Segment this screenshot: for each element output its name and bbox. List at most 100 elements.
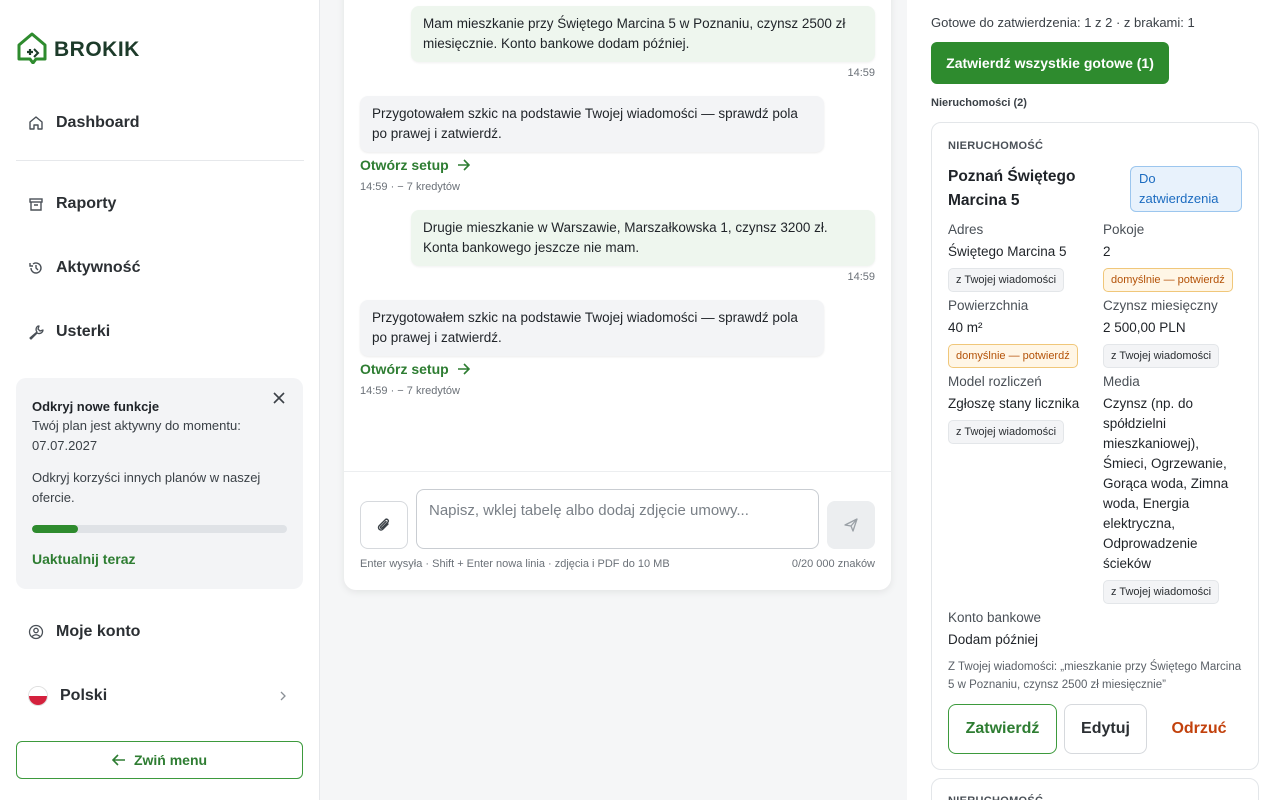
character-counter: 0/20 000 znaków: [791, 558, 875, 570]
field-value: 2 500,00 PLN: [1103, 320, 1186, 335]
bot-message: Przygotowałem szkic na podstawie Twojej …: [360, 96, 824, 152]
field-bank-account: Konto bankowe Dodam później: [948, 608, 1148, 650]
open-setup-link[interactable]: Otwórz setup: [360, 361, 470, 377]
message-meta: 14:59 · − 7 kredytów: [360, 181, 460, 193]
sidebar-item-label: Aktywność: [56, 259, 141, 276]
wrench-icon: [28, 324, 44, 340]
field-label: Model rozliczeń: [948, 374, 1042, 389]
chevron-right-icon: [278, 689, 288, 707]
status-badge: Do zatwierdzenia: [1130, 166, 1242, 212]
upgrade-link[interactable]: Uaktualnij teraz: [32, 551, 135, 567]
sidebar-item-reports[interactable]: Raporty: [16, 184, 304, 224]
property-title: Poznań Świętego Marcina 5: [948, 168, 1076, 209]
field-rent: Czynsz miesięczny 2 500,00 PLN z Twojej …: [1103, 296, 1253, 368]
field-label: Pokoje: [1103, 222, 1145, 237]
sidebar-item-activity[interactable]: Aktywność: [16, 248, 304, 288]
attach-button[interactable]: [360, 501, 408, 549]
arrow-right-icon: [457, 159, 470, 171]
open-setup-link[interactable]: Otwórz setup: [360, 157, 470, 173]
field-address: Adres Świętego Marcina 5 z Twojej wiadom…: [948, 220, 1098, 292]
edit-button[interactable]: Edytuj: [1064, 704, 1147, 754]
plan-progress-bar: [32, 525, 287, 533]
section-label: Nieruchomości (2): [931, 97, 1027, 109]
user-message: Drugie mieszkanie w Warszawie, Marszałko…: [411, 210, 875, 266]
field-media: Media Czynsz (np. do spółdzielni mieszka…: [1103, 372, 1243, 604]
open-setup-label: Otwórz setup: [360, 157, 449, 173]
field-area: Powierzchnia 40 m² domyślnie — potwierdź: [948, 296, 1098, 368]
logo[interactable]: BROKIK: [16, 30, 140, 69]
source-tag: z Twojej wiadomości: [1103, 344, 1220, 368]
field-value: 40 m²: [948, 320, 983, 335]
promo-text-2: Odkryj korzyści innych planów w naszej o…: [32, 470, 261, 505]
message-time: 14:59: [847, 67, 875, 79]
composer: Enter wysyła · Shift + Enter nowa linia …: [344, 471, 891, 590]
field-rooms: Pokoje 2 domyślnie — potwierdź: [1103, 220, 1253, 292]
open-setup-label: Otwórz setup: [360, 361, 449, 377]
field-label: Media: [1103, 374, 1140, 389]
collapse-menu-button[interactable]: Zwiń menu: [16, 741, 303, 779]
arrow-right-icon: [457, 363, 470, 375]
house-logo-icon: [16, 30, 48, 69]
field-value: Dodam później: [948, 632, 1039, 647]
home-icon: [28, 115, 44, 131]
composer-hint: Enter wysyła · Shift + Enter nowa linia …: [360, 558, 670, 570]
reject-button[interactable]: Odrzuć: [1154, 704, 1244, 754]
send-button[interactable]: [827, 501, 875, 549]
field-value: 2: [1103, 244, 1111, 259]
sidebar-item-label: Usterki: [56, 323, 111, 340]
approve-button[interactable]: Zatwierdź: [948, 704, 1057, 754]
user-circle-icon: [28, 624, 44, 640]
field-label: Powierzchnia: [948, 298, 1029, 313]
message-input[interactable]: [416, 489, 819, 549]
approve-all-button[interactable]: Zatwierdź wszystkie gotowe (1): [931, 42, 1169, 84]
language-label: Polski: [60, 687, 108, 704]
review-panel: Gotowe do zatwierdzenia: 1 z 2 · z braka…: [907, 0, 1280, 800]
arrow-left-icon: [111, 754, 126, 766]
close-icon[interactable]: [271, 390, 287, 406]
poland-flag-icon: [28, 686, 48, 706]
logo-text: BROKIK: [54, 37, 140, 61]
default-tag: domyślnie — potwierdź: [1103, 268, 1233, 292]
message-meta: 14:59 · − 7 kredytów: [360, 385, 460, 397]
property-kind: NIERUCHOMOŚĆ: [948, 795, 1043, 800]
sidebar-item-label: Moje konto: [56, 623, 141, 640]
field-label: Konto bankowe: [948, 610, 1042, 625]
sidebar-item-label: Dashboard: [56, 114, 140, 131]
property-kind: NIERUCHOMOŚĆ: [948, 140, 1044, 152]
plan-progress-fill: [32, 525, 78, 533]
field-value: Czynsz (np. do spółdzielni mieszkaniowej…: [1103, 396, 1229, 571]
property-card: NIERUCHOMOŚĆ Poznań Świętego Marcina 5 D…: [931, 122, 1259, 770]
field-value: Zgłoszę stany licznika: [948, 396, 1080, 411]
field-value: Świętego Marcina 5: [948, 244, 1067, 259]
bot-message: Przygotowałem szkic na podstawie Twojej …: [360, 300, 824, 356]
source-tag: z Twojej wiadomości: [948, 420, 1065, 444]
sidebar-item-faults[interactable]: Usterki: [16, 312, 304, 352]
source-tag: z Twojej wiadomości: [948, 268, 1065, 292]
paperclip-icon: [376, 516, 392, 534]
property-card: NIERUCHOMOŚĆ: [931, 778, 1259, 800]
default-tag: domyślnie — potwierdź: [948, 344, 1078, 368]
divider: [16, 160, 304, 161]
source-quote: Z Twojej wiadomości: „mieszkanie przy Św…: [948, 661, 1242, 691]
sidebar: BROKIK Dashboard Raporty Aktywność Uster…: [0, 0, 320, 800]
promo-title: Odkryj nowe funkcje: [32, 399, 160, 414]
chat-card: Mam mieszkanie przy Świętego Marcina 5 w…: [344, 0, 891, 590]
source-tag: z Twojej wiadomości: [1103, 580, 1220, 604]
field-billing-model: Model rozliczeń Zgłoszę stany licznika z…: [948, 372, 1098, 444]
sidebar-item-dashboard[interactable]: Dashboard: [16, 103, 304, 143]
user-message: Mam mieszkanie przy Świętego Marcina 5 w…: [411, 6, 875, 62]
promo-card: Odkryj nowe funkcje Twój plan jest aktyw…: [16, 378, 303, 589]
collapse-menu-label: Zwiń menu: [133, 752, 208, 768]
chat-area: Mam mieszkanie przy Świętego Marcina 5 w…: [320, 0, 907, 800]
message-time: 14:59: [847, 271, 875, 283]
sidebar-item-label: Raporty: [56, 195, 117, 212]
field-label: Adres: [948, 222, 984, 237]
ready-summary: Gotowe do zatwierdzenia: 1 z 2 · z braka…: [931, 15, 1195, 30]
sidebar-item-account[interactable]: Moje konto: [16, 612, 304, 652]
send-icon: [843, 517, 859, 533]
archive-icon: [28, 196, 44, 212]
history-icon: [28, 260, 44, 276]
promo-text: Twój plan jest aktywny do momentu: 07.07…: [32, 418, 241, 453]
language-selector[interactable]: Polski: [16, 676, 304, 716]
field-label: Czynsz miesięczny: [1103, 298, 1218, 313]
